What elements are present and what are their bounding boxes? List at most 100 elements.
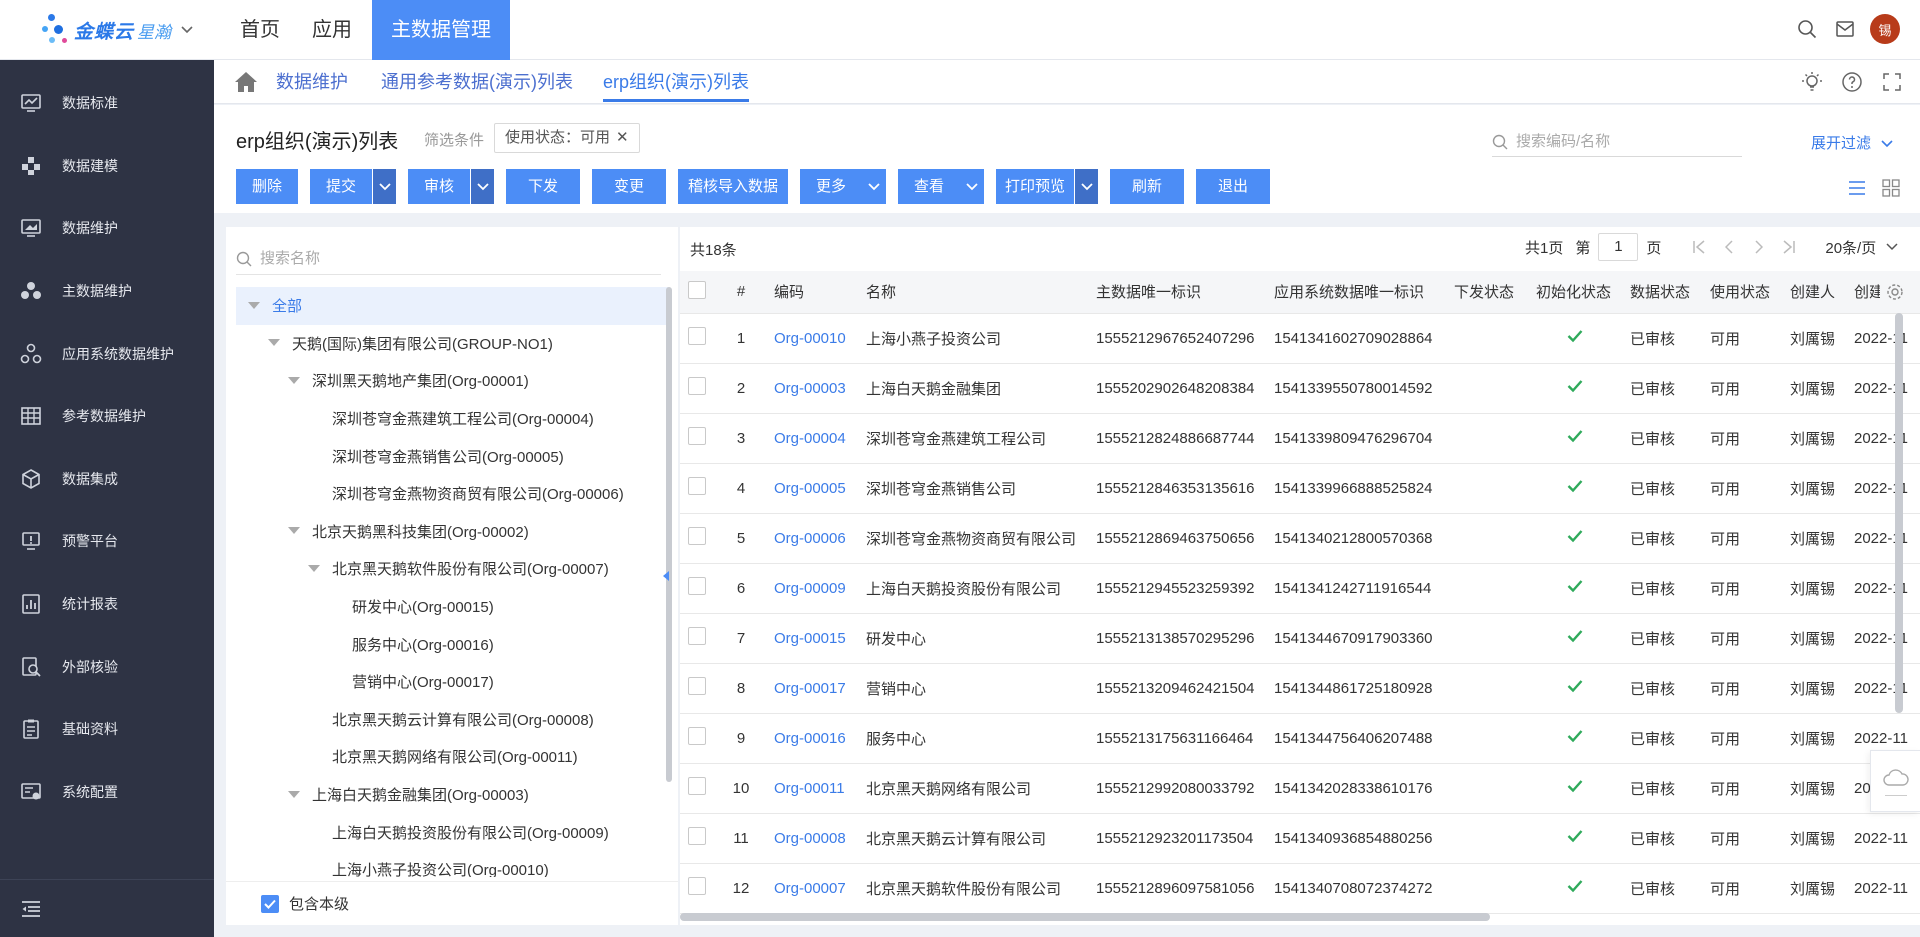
avatar[interactable]: 锡 (1870, 14, 1900, 44)
home-icon[interactable] (234, 60, 262, 104)
row-checkbox[interactable] (688, 827, 706, 845)
close-icon[interactable]: ✕ (616, 129, 629, 146)
sidebar-item-6[interactable]: 参考数据维护 (0, 385, 214, 448)
tree-node[interactable]: 营销中心(Org-00017) (236, 663, 668, 701)
row-select-cell[interactable] (680, 863, 716, 914)
col-dist-status[interactable]: 下发状态 (1446, 271, 1528, 314)
filter-chip[interactable]: 使用状态：可用 ✕ (494, 123, 640, 153)
table-row[interactable]: 7 Org-00015 研发中心 1555213138570295296 1541344… (680, 613, 1920, 664)
row-checkbox[interactable] (688, 527, 706, 545)
tree-node[interactable]: 天鹅(国际)集团有限公司(GROUP-NO1) (236, 325, 668, 363)
col-code[interactable]: 编码 (766, 271, 858, 314)
caret-down-icon[interactable] (288, 789, 300, 801)
col-init-status[interactable]: 初始化状态 (1528, 271, 1622, 314)
toolbar-button-5[interactable]: 变更 (592, 169, 666, 204)
chevron-down-icon[interactable] (960, 169, 984, 204)
table-row[interactable]: 1 Org-00010 上海小燕子投资公司 1555212967652407296 15… (680, 313, 1920, 364)
column-settings-icon[interactable] (1880, 277, 1910, 307)
tab-erp-org-list[interactable]: erp组织(演示)列表 (603, 60, 750, 104)
row-select-cell[interactable] (680, 313, 716, 364)
tab-reference-data-list[interactable]: 通用参考数据(演示)列表 (381, 60, 573, 104)
row-select-cell[interactable] (680, 763, 716, 814)
table-row[interactable]: 2 Org-00003 上海白天鹅金融集团 1555202902648208384 15… (680, 363, 1920, 414)
nav-apps[interactable]: 应用 (300, 0, 364, 60)
toolbar-button-7[interactable]: 更多 (800, 169, 886, 204)
row-select-cell[interactable] (680, 513, 716, 564)
col-creator[interactable]: 创建人 (1782, 271, 1846, 314)
caret-down-icon[interactable] (248, 300, 260, 312)
table-row[interactable]: 6 Org-00009 上海白天鹅投资股份有限公司 15552129455232593… (680, 563, 1920, 614)
row-select-cell[interactable] (680, 663, 716, 714)
row-select-cell[interactable] (680, 563, 716, 614)
toolbar-button-9[interactable]: 打印预览 (996, 169, 1098, 204)
sidebar-item-3[interactable]: 数据维护 (0, 197, 214, 260)
col-app-id[interactable]: 应用系统数据唯一标识 (1266, 271, 1446, 314)
chevron-down-icon[interactable] (862, 169, 886, 204)
cell-code-link[interactable]: Org-00015 (766, 613, 858, 664)
row-checkbox[interactable] (688, 777, 706, 795)
select-all-cell[interactable] (680, 271, 716, 314)
search-icon[interactable] (1792, 14, 1822, 44)
sidebar-item-9[interactable]: 统计报表 (0, 573, 214, 636)
row-checkbox[interactable] (688, 427, 706, 445)
cell-code-link[interactable]: Org-00006 (766, 513, 858, 564)
table-row[interactable]: 3 Org-00004 深圳苍穹金燕建筑工程公司 155521282488668774… (680, 413, 1920, 464)
tree-node[interactable]: 北京黑天鹅云计算有限公司(Org-00008) (236, 701, 668, 739)
chevron-down-icon[interactable] (372, 169, 396, 204)
row-select-cell[interactable] (680, 613, 716, 664)
row-select-cell[interactable] (680, 713, 716, 764)
cloud-tool-button[interactable] (1870, 750, 1920, 812)
tree-node[interactable]: 研发中心(Org-00015) (236, 588, 668, 626)
collapse-sidebar-button[interactable] (0, 879, 214, 937)
sidebar-item-4[interactable]: 主数据维护 (0, 260, 214, 323)
select-all-checkbox[interactable] (688, 280, 706, 299)
caret-down-icon[interactable] (268, 337, 280, 349)
table-row[interactable]: 12 Org-00007 北京黑天鹅软件股份有限公司 1555212896097581… (680, 863, 1920, 914)
sidebar-item-12[interactable]: 系统配置 (0, 761, 214, 824)
row-checkbox[interactable] (688, 677, 706, 695)
grid-horizontal-scrollbar[interactable] (680, 913, 1490, 921)
cell-code-link[interactable]: Org-00017 (766, 663, 858, 714)
sidebar-item-10[interactable]: 外部核验 (0, 635, 214, 698)
sidebar-item-8[interactable]: 预警平台 (0, 510, 214, 573)
row-checkbox[interactable] (688, 627, 706, 645)
chevron-down-icon[interactable] (181, 23, 193, 37)
page-input[interactable]: 1 (1598, 233, 1639, 261)
col-index[interactable]: # (716, 271, 766, 314)
toolbar-button-1[interactable]: 删除 (236, 169, 298, 204)
table-row[interactable]: 8 Org-00017 营销中心 1555213209462421504 1541344… (680, 663, 1920, 714)
cell-code-link[interactable]: Org-00007 (766, 863, 858, 914)
chevron-down-icon[interactable] (470, 169, 494, 204)
tree-node[interactable]: 北京黑天鹅网络有限公司(Org-00011) (236, 738, 668, 776)
grid-view-icon[interactable] (1880, 177, 1902, 199)
row-select-cell[interactable] (680, 813, 716, 864)
col-mdm-id[interactable]: 主数据唯一标识 (1088, 271, 1266, 314)
caret-down-icon[interactable] (308, 563, 320, 575)
sidebar-item-2[interactable]: 数据建模 (0, 135, 214, 198)
row-select-cell[interactable] (680, 413, 716, 464)
col-use-status[interactable]: 使用状态 (1702, 271, 1782, 314)
toolbar-button-8[interactable]: 查看 (898, 169, 984, 204)
tree-node[interactable]: 北京黑天鹅软件股份有限公司(Org-00007) (236, 550, 668, 588)
next-page-icon[interactable] (1751, 240, 1767, 254)
message-icon[interactable] (1830, 14, 1860, 44)
sidebar-item-11[interactable]: 基础资料 (0, 698, 214, 761)
fullscreen-icon[interactable] (1878, 68, 1906, 96)
tree-node[interactable]: 深圳黑天鹅地产集团(Org-00001) (236, 362, 668, 400)
search-input[interactable] (1516, 133, 1726, 150)
col-name[interactable]: 名称 (858, 271, 1088, 314)
toolbar-button-2[interactable]: 提交 (310, 169, 396, 204)
tree-node[interactable]: 北京天鹅黑科技集团(Org-00002) (236, 513, 668, 551)
tree-node[interactable]: 上海白天鹅金融集团(Org-00003) (236, 776, 668, 814)
sidebar-item-5[interactable]: 应用系统数据维护 (0, 322, 214, 385)
tree-node[interactable]: 深圳苍穹金燕销售公司(Org-00005) (236, 437, 668, 475)
sidebar-item-7[interactable]: 数据集成 (0, 448, 214, 511)
caret-down-icon[interactable] (288, 525, 300, 537)
toolbar-button-3[interactable]: 审核 (408, 169, 494, 204)
toolbar-button-10[interactable]: 刷新 (1110, 169, 1184, 204)
cell-code-link[interactable]: Org-00003 (766, 363, 858, 414)
row-select-cell[interactable] (680, 363, 716, 414)
list-view-icon[interactable] (1846, 177, 1868, 199)
row-checkbox[interactable] (688, 377, 706, 395)
brand-logo[interactable]: 金蝶云 星瀚 (40, 12, 210, 48)
